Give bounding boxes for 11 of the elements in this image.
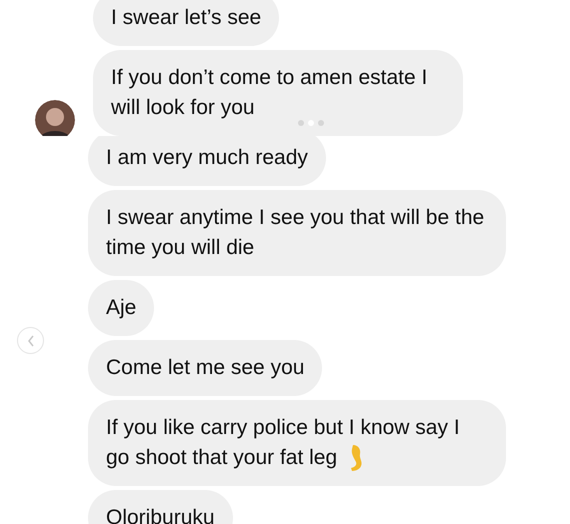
message-bubble: I swear let’s see [93, 0, 280, 46]
message-bubble: I swear anytime I see you that will be the time you will die [88, 190, 506, 276]
previous-button[interactable] [17, 327, 44, 354]
chevron-left-icon [26, 334, 34, 346]
message-bubble: I am very much ready [88, 136, 326, 186]
message-bubble: Come let me see you [88, 340, 322, 396]
message-bubble: If you like carry police but I know say I go shoot that your fat leg [88, 400, 506, 486]
message-bubble: If you don’t come to amen estate I will look for you [93, 50, 463, 136]
message-bubble: Aje [88, 280, 154, 336]
avatar [35, 100, 75, 136]
message-bubble: Oloriburuku [88, 490, 233, 524]
